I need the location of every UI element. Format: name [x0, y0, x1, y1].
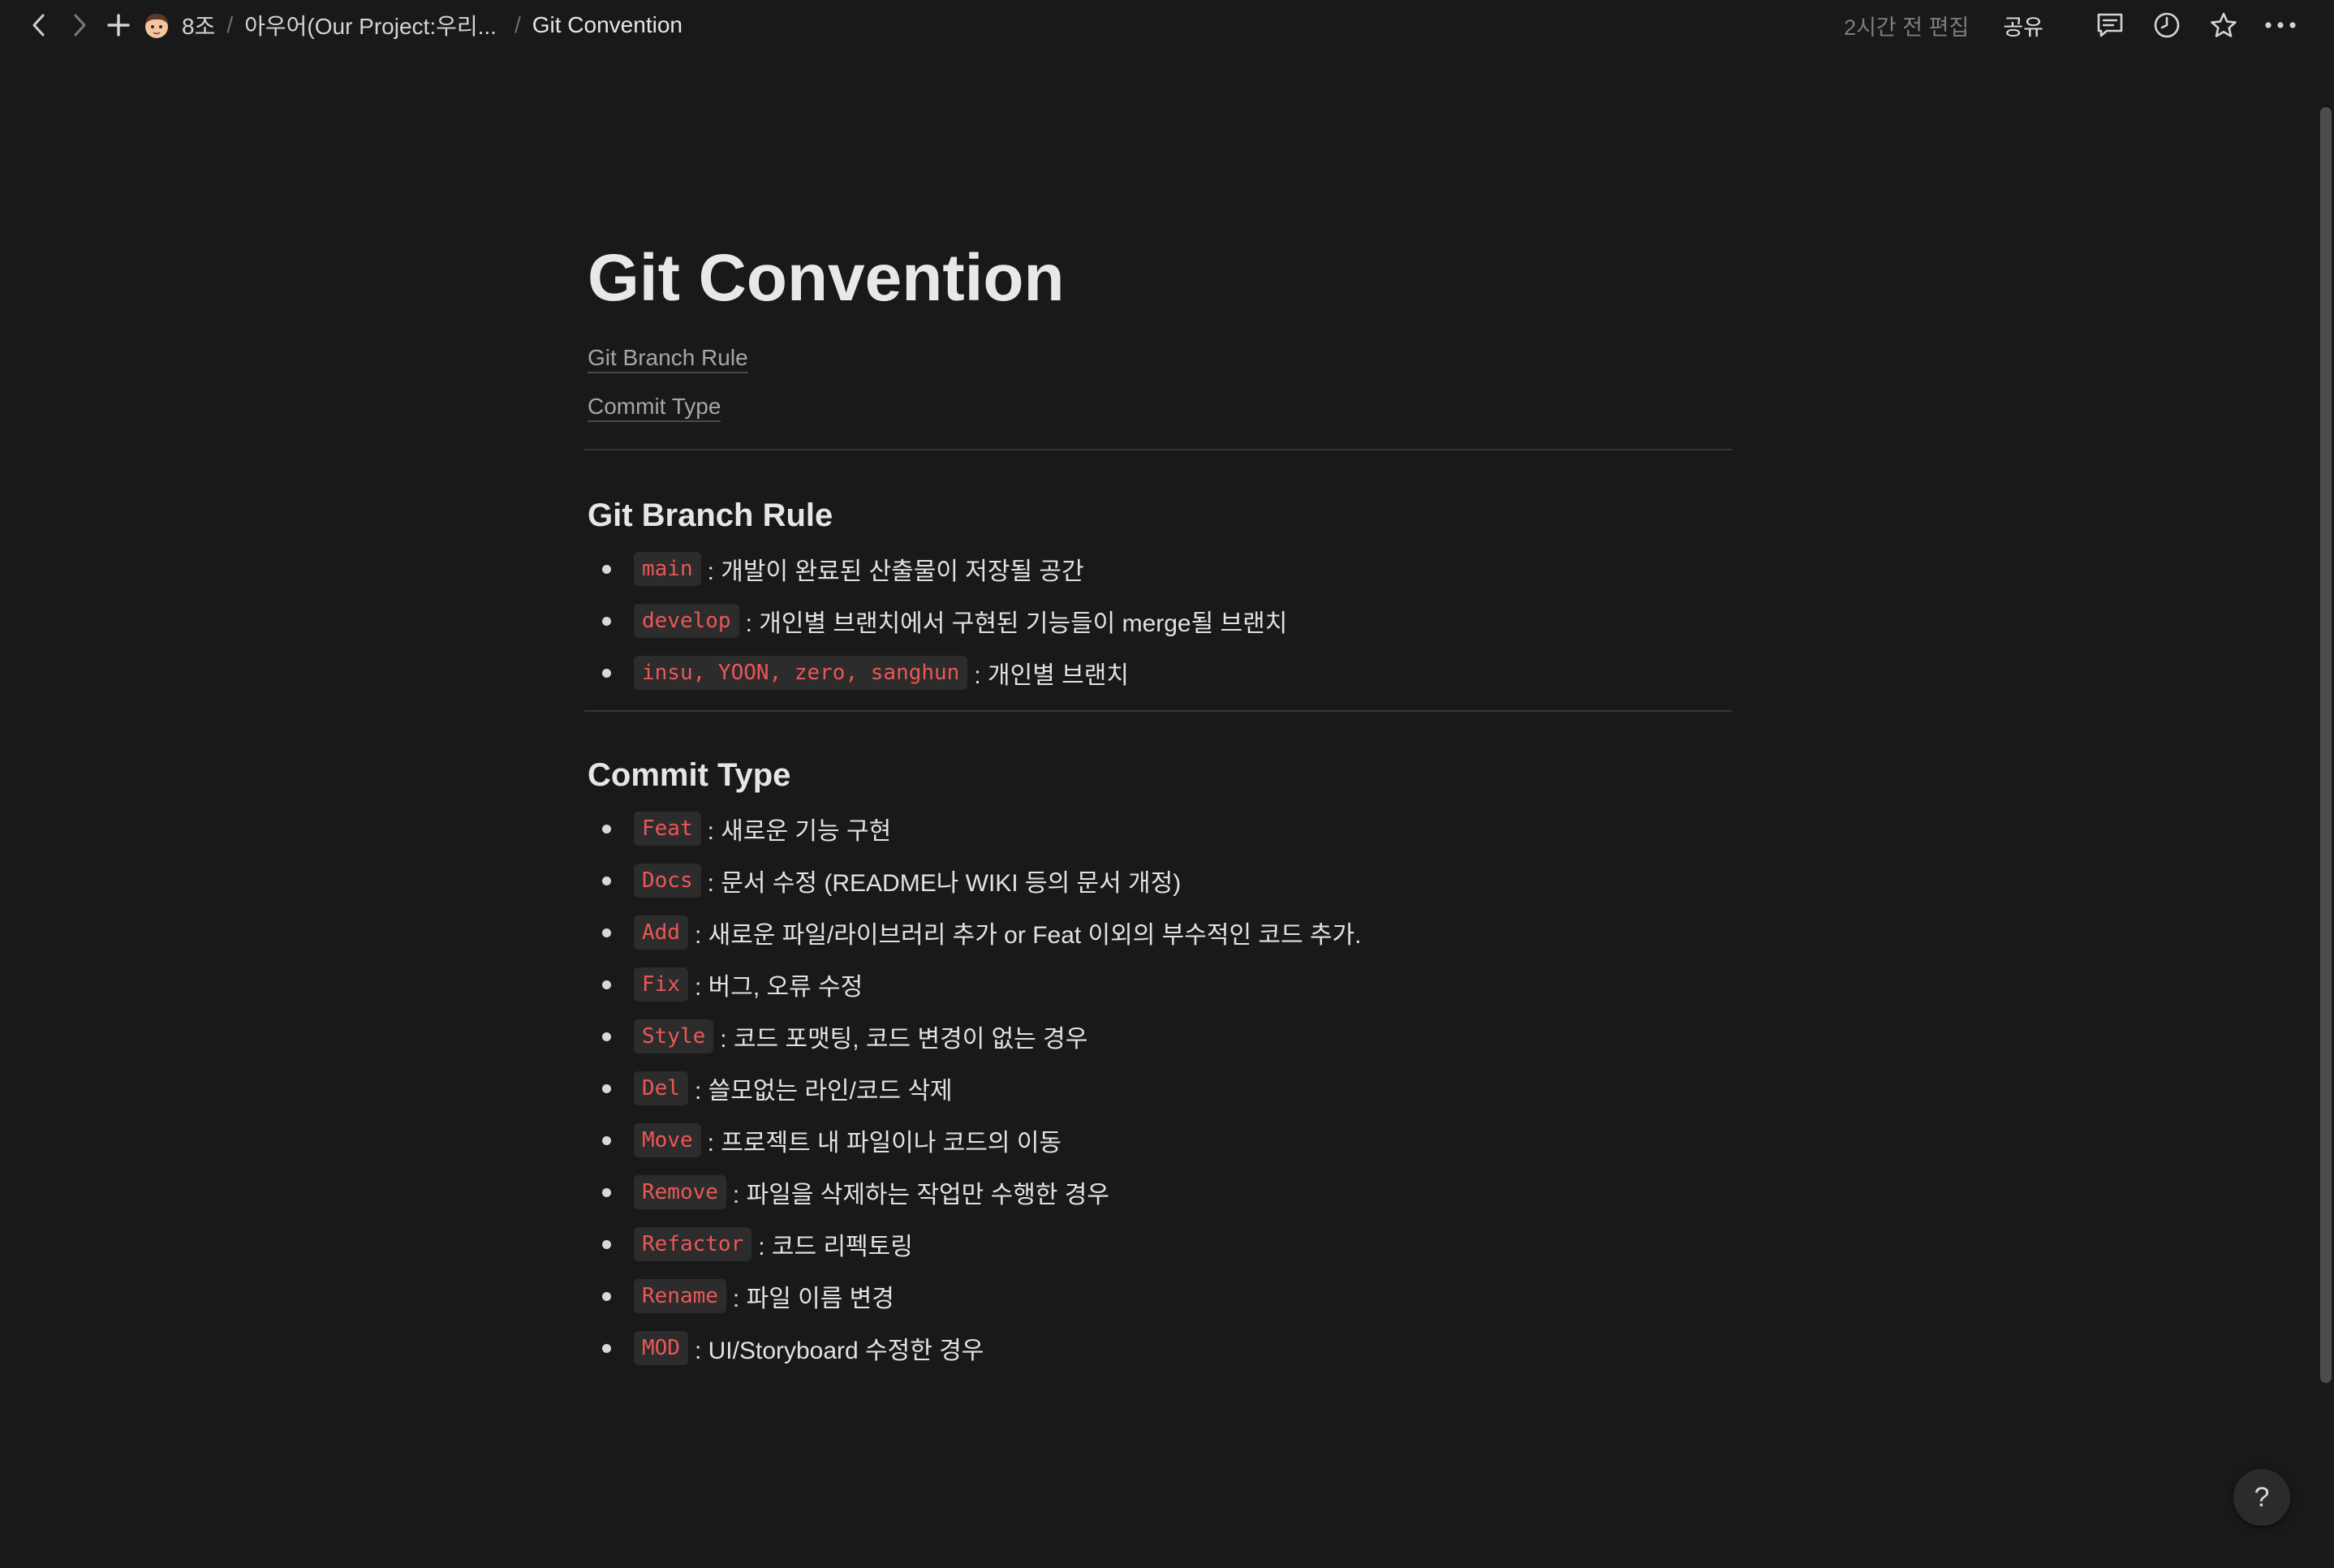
- list-item-text: : 개발이 완료된 산출물이 저장될 공간: [707, 558, 1084, 585]
- commit-type-list: Feat : 새로운 기능 구현 Docs : 문서 수정 (README나 W…: [588, 803, 1362, 1374]
- comment-icon[interactable]: [2092, 7, 2128, 43]
- list-item[interactable]: Feat : 새로운 기능 구현: [588, 803, 1362, 855]
- bullet-dot: [602, 825, 611, 834]
- breadcrumb-separator: /: [514, 12, 521, 37]
- breadcrumb: 8조 / 아우어(Our Project:우리... / Git Convent…: [141, 0, 686, 50]
- bullet-dot: [602, 1032, 611, 1041]
- inline-code: Feat: [634, 812, 701, 846]
- inline-code: Rename: [634, 1279, 726, 1313]
- inline-code: insu, YOON, zero, sanghun: [634, 656, 968, 690]
- page-title[interactable]: Git Convention: [588, 234, 1065, 323]
- divider: [584, 710, 1732, 712]
- list-item-text: : 파일 이름 변경: [732, 1286, 894, 1312]
- page-toolbar: 2시간 전 편집 공유: [1844, 0, 2298, 50]
- inline-code: Refactor: [634, 1227, 752, 1261]
- list-item[interactable]: Move : 프로젝트 내 파일이나 코드의 이동: [588, 1114, 1362, 1166]
- plus-icon[interactable]: [101, 7, 136, 43]
- inline-code: main: [634, 552, 701, 586]
- list-item[interactable]: Style : 코드 포맷팅, 코드 변경이 없는 경우: [588, 1010, 1362, 1062]
- inline-code: Add: [634, 915, 688, 950]
- share-button[interactable]: 공유: [2003, 10, 2043, 41]
- inline-code: Fix: [634, 967, 688, 1002]
- list-item-text: : 코드 리펙토링: [758, 1234, 913, 1260]
- scrollbar-thumb[interactable]: [2320, 107, 2332, 1383]
- list-item-text: : 파일을 삭제하는 작업만 수행한 경우: [732, 1182, 1109, 1208]
- list-item[interactable]: Remove : 파일을 삭제하는 작업만 수행한 경우: [588, 1166, 1362, 1218]
- list-item[interactable]: Add : 새로운 파일/라이브러리 추가 or Feat 이외의 부수적인 코…: [588, 907, 1362, 958]
- inline-code: Remove: [634, 1175, 726, 1209]
- branch-rule-list: main : 개발이 완료된 산출물이 저장될 공간 develop : 개인별…: [588, 543, 1287, 699]
- list-item[interactable]: Docs : 문서 수정 (README나 WIKI 등의 문서 개정): [588, 855, 1362, 907]
- bullet-dot: [602, 565, 611, 574]
- list-item-text: : 새로운 기능 구현: [707, 818, 892, 845]
- breadcrumb-current[interactable]: Git Convention: [529, 9, 686, 41]
- bullet-dot: [602, 928, 611, 937]
- section-heading-commit-type[interactable]: Commit Type: [588, 755, 790, 795]
- breadcrumb-workspace[interactable]: 8조: [179, 6, 218, 45]
- top-bar: 8조 / 아우어(Our Project:우리... / Git Convent…: [0, 0, 2334, 50]
- inline-code: Docs: [634, 864, 701, 898]
- inline-code: Move: [634, 1123, 701, 1157]
- clock-icon[interactable]: [2149, 7, 2185, 43]
- list-item[interactable]: Rename : 파일 이름 변경: [588, 1270, 1362, 1322]
- list-item[interactable]: develop : 개인별 브랜치에서 구현된 기능들이 merge될 브랜치: [588, 595, 1287, 647]
- inline-code: Style: [634, 1019, 714, 1053]
- list-item-text: : 버그, 오류 수정: [694, 974, 863, 1001]
- more-icon[interactable]: [2263, 7, 2298, 43]
- breadcrumb-separator: /: [226, 12, 234, 37]
- breadcrumb-parent[interactable]: 아우어(Our Project:우리...: [241, 6, 500, 45]
- list-item-text: : 새로운 파일/라이브러리 추가 or Feat 이외의 부수적인 코드 추가…: [694, 922, 1362, 949]
- list-item-text: : 프로젝트 내 파일이나 코드의 이동: [707, 1130, 1062, 1157]
- inline-code: develop: [634, 604, 739, 638]
- inline-code: MOD: [634, 1331, 688, 1365]
- divider: [584, 449, 1732, 450]
- bullet-dot: [602, 877, 611, 885]
- bullet-dot: [602, 617, 611, 626]
- help-button[interactable]: ?: [2233, 1469, 2290, 1526]
- list-item[interactable]: Refactor : 코드 리펙토링: [588, 1218, 1362, 1270]
- list-item-text: : 쓸모없는 라인/코드 삭제: [694, 1078, 953, 1105]
- list-item-text: : 개인별 브랜치: [974, 662, 1129, 689]
- bullet-dot: [602, 1292, 611, 1301]
- toc-link-commit-type[interactable]: Commit Type: [588, 393, 721, 422]
- toc-link-git-branch-rule[interactable]: Git Branch Rule: [588, 344, 748, 373]
- list-item-text: : 문서 수정 (README나 WIKI 등의 문서 개정): [707, 870, 1182, 897]
- bullet-dot: [602, 980, 611, 989]
- forward-arrow-icon[interactable]: [62, 7, 97, 43]
- inline-code: Del: [634, 1071, 688, 1105]
- bullet-dot: [602, 669, 611, 678]
- list-item[interactable]: Del : 쓸모없는 라인/코드 삭제: [588, 1062, 1362, 1114]
- back-arrow-icon[interactable]: [21, 7, 57, 43]
- list-item-text: : 개인별 브랜치에서 구현된 기능들이 merge될 브랜치: [745, 610, 1288, 637]
- bullet-dot: [602, 1240, 611, 1249]
- avatar-emoji-icon: [145, 14, 168, 38]
- star-icon[interactable]: [2206, 7, 2241, 43]
- list-item[interactable]: Fix : 버그, 오류 수정: [588, 958, 1362, 1010]
- bullet-dot: [602, 1136, 611, 1145]
- list-item-text: : UI/Storyboard 수정한 경우: [694, 1338, 984, 1364]
- list-item[interactable]: MOD : UI/Storyboard 수정한 경우: [588, 1322, 1362, 1374]
- bullet-dot: [602, 1344, 611, 1353]
- bullet-dot: [602, 1188, 611, 1197]
- scrollbar[interactable]: [2318, 50, 2334, 1568]
- bullet-dot: [602, 1084, 611, 1093]
- list-item[interactable]: insu, YOON, zero, sanghun : 개인별 브랜치: [588, 647, 1287, 699]
- list-item[interactable]: main : 개발이 완료된 산출물이 저장될 공간: [588, 543, 1287, 595]
- last-edited-text: 2시간 전 편집: [1844, 15, 1970, 40]
- section-heading-git-branch-rule[interactable]: Git Branch Rule: [588, 495, 833, 536]
- list-item-text: : 코드 포맷팅, 코드 변경이 없는 경우: [720, 1026, 1088, 1053]
